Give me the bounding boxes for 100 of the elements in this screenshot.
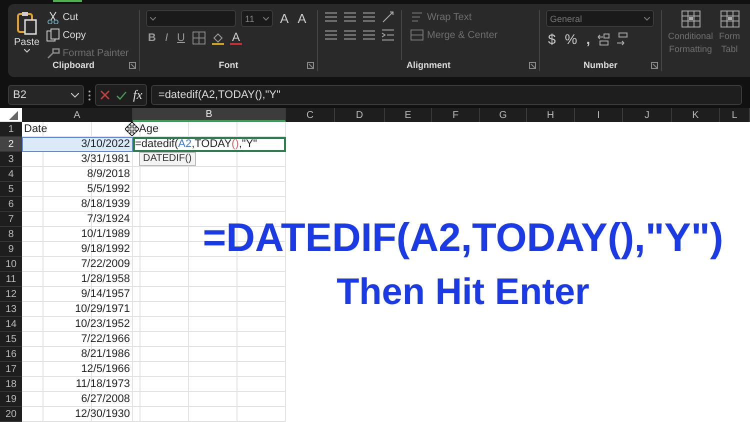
underline-button[interactable]: U <box>175 32 187 44</box>
dialog-launcher-icon <box>307 62 314 69</box>
column-header[interactable]: C <box>286 108 335 122</box>
paintbrush-icon <box>46 46 60 60</box>
row-header[interactable]: 18 <box>0 377 22 392</box>
group-label: Font <box>218 60 240 71</box>
dialog-launcher-icon <box>529 62 536 69</box>
wrap-lines-icon <box>410 10 424 24</box>
indent-icon <box>381 28 395 42</box>
row-header[interactable]: 20 <box>0 407 22 422</box>
copy-icon <box>46 28 60 42</box>
row-header[interactable]: 14 <box>0 317 22 332</box>
increase-decimal-icon <box>597 32 612 46</box>
caret-icon <box>24 49 30 53</box>
row-header[interactable]: 5 <box>0 182 22 197</box>
formula-field[interactable]: =datedif(A2,TODAY(),"Y" <box>151 85 742 105</box>
column-header[interactable]: A <box>22 108 133 122</box>
comma-button[interactable]: , <box>584 31 592 47</box>
row-header[interactable]: 7 <box>0 212 22 227</box>
row-header[interactable]: 12 <box>0 287 22 302</box>
table-cell: 10/29/1971 <box>22 302 133 317</box>
table-cell: 3/31/1981 <box>22 152 133 167</box>
row-header[interactable]: 2 <box>0 137 22 152</box>
column-header[interactable]: I <box>575 108 623 122</box>
table-cell: 8/9/2018 <box>22 167 133 182</box>
row-header[interactable]: 8 <box>0 227 22 242</box>
table-cell: 5/5/1992 <box>22 182 133 197</box>
table-cell: 9/14/1957 <box>22 287 133 302</box>
borders-icon <box>192 31 206 45</box>
align-icon <box>324 10 338 24</box>
close-icon[interactable] <box>100 90 110 100</box>
table-cell: 10/23/1952 <box>22 317 133 332</box>
fill-bucket-icon <box>210 31 225 45</box>
clipboard-icon <box>16 10 38 36</box>
row-header[interactable]: 16 <box>0 347 22 362</box>
increase-font-button[interactable]: A <box>278 11 291 26</box>
table-cell: 10/1/1989 <box>22 227 133 242</box>
row-header[interactable]: 11 <box>0 272 22 287</box>
row-header[interactable]: 13 <box>0 302 22 317</box>
column-header[interactable]: H <box>527 108 575 122</box>
table-cell: 3/10/2022 <box>22 137 133 152</box>
column-header[interactable]: E <box>385 108 432 122</box>
group-label: Alignment <box>406 60 452 71</box>
decrease-font-button[interactable]: A <box>296 11 308 26</box>
table-cell: 12/30/1930 <box>22 407 133 422</box>
column-header[interactable]: F <box>432 108 480 122</box>
orientation-icon <box>381 10 395 24</box>
name-box[interactable]: B2 <box>8 85 84 105</box>
font-color-button[interactable]: A <box>230 31 242 45</box>
caret-icon <box>150 16 156 20</box>
font-size-field[interactable]: 11 <box>241 10 273 27</box>
align-icon <box>343 28 357 42</box>
group-label: Clipboard <box>52 60 96 71</box>
table-cell: 7/22/1966 <box>22 332 133 347</box>
row-header[interactable]: 17 <box>0 362 22 377</box>
caret-icon <box>644 16 650 20</box>
percent-button[interactable]: % <box>562 31 580 47</box>
column-header[interactable]: L <box>720 108 750 122</box>
row-header[interactable]: 1 <box>0 122 22 137</box>
column-header[interactable]: D <box>335 108 385 122</box>
font-name-field[interactable] <box>146 10 236 27</box>
table-cell: 1/28/1958 <box>22 272 133 287</box>
scissors-icon <box>46 10 60 24</box>
column-header[interactable]: J <box>623 108 672 122</box>
row-header[interactable]: 15 <box>0 332 22 347</box>
headline-text: =DATEDIF(A2,TODAY(),"Y") <box>202 216 724 260</box>
caret-icon <box>263 16 269 20</box>
align-icon <box>343 10 357 24</box>
table-grid-icon <box>680 10 701 28</box>
table-cell: 12/5/1966 <box>22 362 133 377</box>
dialog-launcher-icon <box>129 62 136 69</box>
ribbon-button[interactable]: Copy <box>46 28 129 42</box>
row-header[interactable]: 3 <box>0 152 22 167</box>
column-header[interactable]: B <box>133 108 286 122</box>
function-tooltip[interactable]: DATEDIF() <box>139 152 196 166</box>
row-header[interactable]: 9 <box>0 242 22 257</box>
table-cell: 7/22/2009 <box>22 257 133 272</box>
table-grid-icon <box>720 10 740 28</box>
align-icon <box>362 10 376 24</box>
table-cell: 7/3/1924 <box>22 212 133 227</box>
insert-function-button[interactable]: fx <box>133 87 142 103</box>
chevron-icon <box>71 92 79 98</box>
column-header[interactable]: G <box>480 108 527 122</box>
table-cell: 9/18/1992 <box>22 242 133 257</box>
number-format-field[interactable]: General <box>546 10 654 27</box>
table-cell: 6/27/2008 <box>22 392 133 407</box>
column-header[interactable]: K <box>672 108 720 122</box>
bold-button[interactable]: B <box>146 32 158 44</box>
row-header[interactable]: 4 <box>0 167 22 182</box>
ribbon-button[interactable]: Cut <box>46 10 129 24</box>
row-header[interactable]: 19 <box>0 392 22 407</box>
currency-button[interactable]: $ <box>546 31 558 47</box>
checkmark-icon[interactable] <box>116 90 127 100</box>
paste-button[interactable]: Paste <box>14 10 40 60</box>
italic-button[interactable]: I <box>162 32 170 44</box>
row-header[interactable]: 10 <box>0 257 22 272</box>
decrease-decimal-icon <box>616 32 630 46</box>
table-cell: 8/18/1939 <box>22 197 133 212</box>
merge-cells-icon <box>410 28 424 42</box>
row-header[interactable]: 6 <box>0 197 22 212</box>
